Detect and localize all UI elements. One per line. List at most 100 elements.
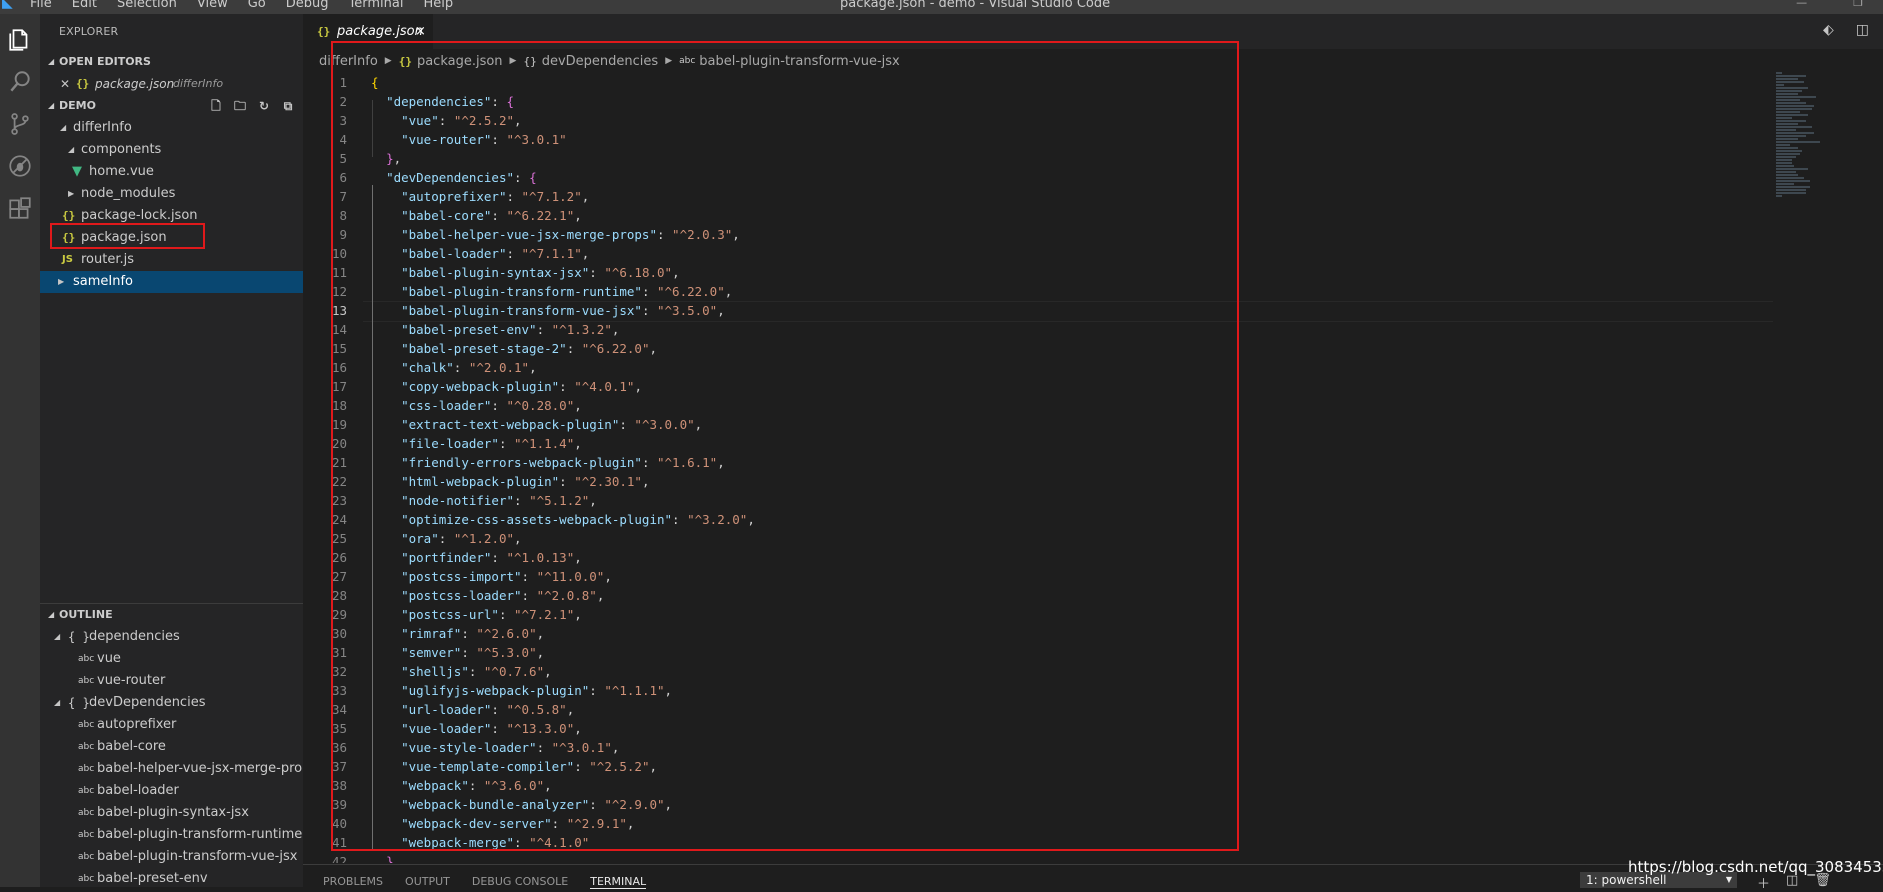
minimap-line bbox=[1776, 117, 1792, 119]
search-icon bbox=[10, 71, 30, 92]
minimap-line bbox=[1776, 78, 1798, 80]
minimap-line bbox=[1776, 102, 1806, 104]
outline-item[interactable]: abc babel-core bbox=[40, 736, 303, 758]
sidebar: EXPLORER ◢ OPEN EDITORS ✕ {} package.jso… bbox=[40, 14, 303, 887]
minimap-line bbox=[1776, 129, 1796, 131]
minimap-line bbox=[1776, 156, 1796, 158]
window-controls: — ❐ bbox=[1796, 0, 1863, 9]
minimap-line bbox=[1776, 186, 1810, 188]
chevron-down-icon: ◢ bbox=[54, 698, 61, 707]
menu-edit[interactable]: Edit bbox=[72, 0, 97, 12]
object-icon: { } bbox=[68, 696, 90, 710]
minimap-line bbox=[1776, 168, 1808, 170]
menu-view[interactable]: View bbox=[197, 0, 228, 12]
tree-item-components[interactable]: ◢ components bbox=[40, 139, 303, 161]
outline-item[interactable]: abc autoprefixer bbox=[40, 714, 303, 736]
string-icon: abc bbox=[78, 786, 95, 796]
source-control-icon bbox=[11, 113, 29, 135]
minimap-line bbox=[1776, 162, 1792, 164]
tree-item-node-modules[interactable]: ▶ node_modules bbox=[40, 183, 303, 205]
code-line[interactable]: } bbox=[371, 852, 394, 863]
refresh-icon[interactable]: ↻ bbox=[257, 99, 271, 113]
minimap-line bbox=[1776, 75, 1806, 77]
tab-close-icon[interactable]: × bbox=[415, 24, 426, 39]
minimap-line bbox=[1776, 96, 1816, 98]
minimize-icon[interactable]: — bbox=[1796, 0, 1807, 9]
collapse-all-icon[interactable]: ⧉ bbox=[281, 99, 295, 113]
outline-item[interactable]: abc babel-preset-env bbox=[40, 868, 303, 887]
demo-header[interactable]: ◢ DEMO 🗋 🗀 ↻ ⧉ bbox=[40, 95, 303, 117]
explorer-activity[interactable] bbox=[0, 20, 40, 60]
outline-item[interactable]: abc vue bbox=[40, 648, 303, 670]
json-file-icon: {} bbox=[317, 25, 331, 38]
minimap-line bbox=[1776, 147, 1798, 149]
explorer-title: EXPLORER bbox=[59, 25, 119, 38]
chevron-down-icon: ◢ bbox=[48, 101, 55, 110]
outline-item[interactable]: ◢ { } dependencies bbox=[40, 626, 303, 648]
code-token: } bbox=[386, 854, 394, 863]
minimap-line bbox=[1776, 108, 1812, 110]
minimap-line bbox=[1776, 93, 1798, 95]
minimap-line bbox=[1776, 120, 1806, 122]
title-bar: ◣ File Edit Selection View Go Debug Term… bbox=[0, 0, 1883, 14]
minimap-line bbox=[1776, 84, 1784, 86]
minimap-line bbox=[1776, 72, 1782, 74]
string-icon: abc bbox=[78, 874, 95, 884]
files-icon bbox=[9, 29, 28, 51]
minimap-line bbox=[1776, 177, 1804, 179]
minimap-line bbox=[1776, 99, 1800, 101]
tree-item-home-vue[interactable]: ▼ home.vue bbox=[40, 161, 303, 183]
minimap-line bbox=[1776, 135, 1806, 137]
js-file-icon: JS bbox=[62, 254, 73, 265]
open-changes-icon[interactable]: ⬖ bbox=[1823, 22, 1834, 38]
string-icon: abc bbox=[78, 742, 95, 752]
chevron-down-icon: ◢ bbox=[68, 145, 75, 154]
string-icon: abc bbox=[78, 654, 95, 664]
outline-item[interactable]: ◢ { } devDependencies bbox=[40, 692, 303, 714]
outline-item[interactable]: abc babel-plugin-syntax-jsx bbox=[40, 802, 303, 824]
minimap-line bbox=[1776, 114, 1808, 116]
vscode-logo-icon: ◣ bbox=[2, 0, 13, 11]
new-folder-icon[interactable]: 🗀 bbox=[233, 99, 247, 113]
menu-go[interactable]: Go bbox=[248, 0, 266, 12]
outline-item[interactable]: abc babel-plugin-transform-vue-jsx bbox=[40, 846, 303, 868]
outline-item[interactable]: abc babel-plugin-transform-runtime bbox=[40, 824, 303, 846]
new-file-icon[interactable]: 🗋 bbox=[209, 99, 223, 113]
menu-help[interactable]: Help bbox=[423, 0, 453, 12]
open-editors-header[interactable]: ◢ OPEN EDITORS bbox=[40, 51, 303, 73]
outline-header[interactable]: ◢ OUTLINE bbox=[40, 604, 303, 626]
search-activity[interactable] bbox=[0, 62, 40, 102]
menu-terminal[interactable]: Terminal bbox=[349, 0, 404, 12]
string-icon: abc bbox=[78, 808, 95, 818]
minimap-line bbox=[1776, 171, 1796, 173]
extensions-activity[interactable] bbox=[0, 188, 40, 228]
string-icon: abc bbox=[78, 830, 95, 840]
minimap-line bbox=[1776, 189, 1806, 191]
menu-file[interactable]: File bbox=[30, 0, 52, 12]
outline-item[interactable]: abc vue-router bbox=[40, 670, 303, 692]
tree-item-router-js[interactable]: JS router.js bbox=[40, 249, 303, 271]
menu-debug[interactable]: Debug bbox=[286, 0, 329, 12]
minimap-line bbox=[1776, 174, 1798, 176]
outline-item[interactable]: abc babel-helper-vue-jsx-merge-props bbox=[40, 758, 303, 780]
debug-activity[interactable] bbox=[0, 146, 40, 186]
restore-icon[interactable]: ❐ bbox=[1853, 0, 1863, 9]
minimap-line bbox=[1776, 144, 1790, 146]
close-icon[interactable]: ✕ bbox=[60, 73, 70, 95]
extensions-icon bbox=[9, 197, 31, 219]
minimap-line bbox=[1776, 159, 1792, 161]
minimap-line bbox=[1776, 132, 1814, 134]
outline-item[interactable]: abc babel-loader bbox=[40, 780, 303, 802]
minimap[interactable] bbox=[1776, 72, 1836, 197]
tree-item-differinfo[interactable]: ◢ differInfo bbox=[40, 117, 303, 139]
split-editor-icon[interactable]: ◫ bbox=[1856, 22, 1869, 38]
chevron-down-icon: ◢ bbox=[48, 57, 55, 66]
watermark: https://blog.csdn.net/qq_30834535 bbox=[1628, 858, 1883, 876]
minimap-line bbox=[1776, 87, 1808, 89]
menu-selection[interactable]: Selection bbox=[117, 0, 177, 12]
source-control-activity[interactable] bbox=[0, 104, 40, 144]
chevron-down-icon: ◢ bbox=[54, 632, 61, 641]
open-editor-item[interactable]: ✕ {} package.json differInfo bbox=[40, 73, 303, 95]
menu-bar: File Edit Selection View Go Debug Termin… bbox=[30, 0, 453, 12]
tree-item-sameinfo[interactable]: ▶ sameInfo bbox=[40, 271, 303, 293]
